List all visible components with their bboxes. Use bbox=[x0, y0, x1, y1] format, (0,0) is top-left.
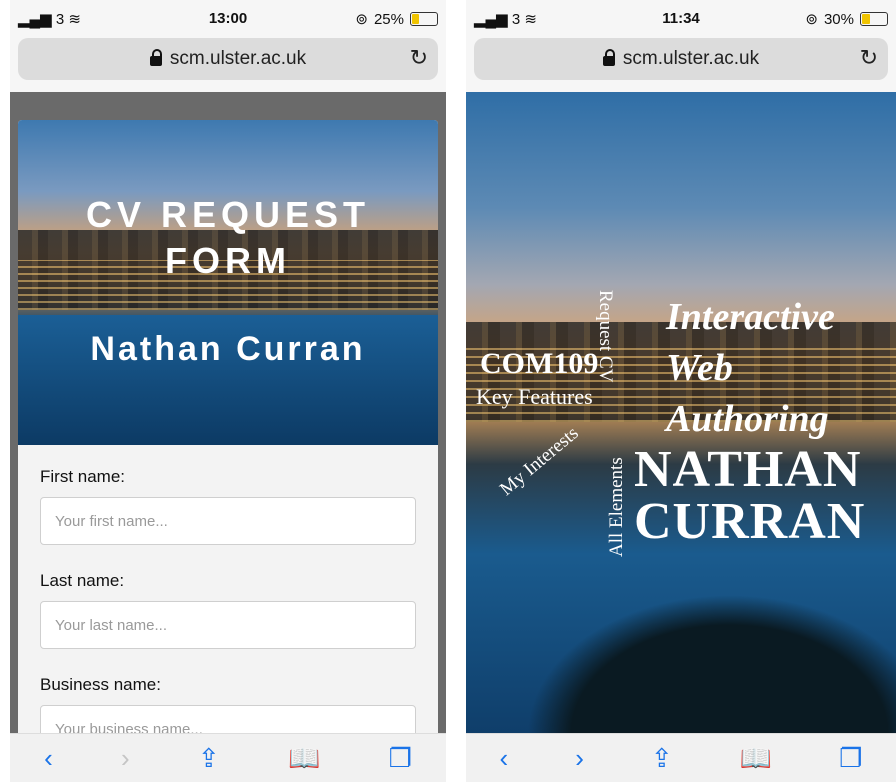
author-name: Nathan Curran bbox=[90, 330, 366, 368]
author-name: NATHAN CURRAN bbox=[634, 441, 866, 550]
nav-request-cv[interactable]: Request CV bbox=[594, 290, 616, 382]
battery-indicator: ⊚ 25% bbox=[355, 10, 438, 28]
left-phone-screen: ▂▄▆ 3 ≋ 13:00 ⊚ 25% scm.ulster.ac.uk ↻ C… bbox=[10, 0, 446, 782]
tabs-icon[interactable]: ❐ bbox=[389, 743, 412, 774]
lock-icon bbox=[602, 49, 615, 66]
address-bar[interactable]: scm.ulster.ac.uk ↻ bbox=[474, 38, 888, 80]
reload-icon[interactable]: ↻ bbox=[410, 45, 428, 71]
back-icon[interactable]: ‹ bbox=[500, 743, 509, 774]
nav-all-elements[interactable]: All Elements bbox=[606, 457, 628, 557]
bookmarks-icon[interactable]: 📖 bbox=[288, 743, 320, 774]
lock-icon bbox=[149, 49, 162, 66]
share-icon[interactable]: ⇪ bbox=[651, 743, 673, 774]
first-name-label: First name: bbox=[40, 467, 126, 486]
hero-background: Interactive Web Authoring NATHAN CURRAN … bbox=[466, 92, 896, 734]
url-text: scm.ulster.ac.uk bbox=[169, 48, 307, 69]
browser-toolbar: ‹ › ⇪ 📖 ❐ bbox=[466, 733, 896, 782]
forward-icon[interactable]: › bbox=[121, 743, 130, 774]
business-name-label: Business name: bbox=[40, 675, 161, 694]
bookmarks-icon[interactable]: 📖 bbox=[740, 743, 772, 774]
forward-icon[interactable]: › bbox=[575, 743, 584, 774]
browser-toolbar: ‹ › ⇪ 📖 ❐ bbox=[10, 733, 446, 782]
share-icon[interactable]: ⇪ bbox=[198, 743, 220, 774]
nav-my-interests[interactable]: My Interests bbox=[496, 423, 583, 501]
cv-request-form: First name: Last name: Business name: bbox=[18, 445, 438, 734]
right-phone-screen: ▂▄▆ 3 ≋ 11:34 ⊚ 30% scm.ulster.ac.uk ↻ I… bbox=[466, 0, 896, 782]
tabs-icon[interactable]: ❐ bbox=[839, 743, 862, 774]
battery-icon bbox=[410, 12, 438, 26]
reload-icon[interactable]: ↻ bbox=[860, 45, 878, 71]
form-card: CV REQUEST FORM Nathan Curran First name… bbox=[18, 120, 438, 734]
last-name-label: Last name: bbox=[40, 571, 125, 590]
page-title: CV REQUEST FORM bbox=[85, 194, 371, 281]
hero-banner: CV REQUEST FORM Nathan Curran bbox=[18, 120, 438, 445]
url-text: scm.ulster.ac.uk bbox=[622, 48, 760, 69]
first-name-field[interactable] bbox=[40, 497, 416, 545]
battery-indicator: ⊚ 30% bbox=[805, 10, 888, 28]
site-heading: Interactive Web Authoring bbox=[666, 296, 835, 440]
nav-key-features[interactable]: Key Features bbox=[476, 384, 593, 410]
business-name-field[interactable] bbox=[40, 705, 416, 734]
status-bar: ▂▄▆ 3 ≋ 13:00 ⊚ 25% bbox=[10, 0, 446, 34]
course-code: COM109 bbox=[480, 347, 599, 380]
rotation-lock-icon: ⊚ bbox=[805, 11, 818, 28]
battery-icon bbox=[860, 12, 888, 26]
page-viewport: CV REQUEST FORM Nathan Curran First name… bbox=[10, 92, 446, 734]
back-icon[interactable]: ‹ bbox=[44, 743, 53, 774]
last-name-field[interactable] bbox=[40, 601, 416, 649]
rotation-lock-icon: ⊚ bbox=[355, 11, 368, 28]
address-bar[interactable]: scm.ulster.ac.uk ↻ bbox=[18, 38, 438, 80]
status-bar: ▂▄▆ 3 ≋ 11:34 ⊚ 30% bbox=[466, 0, 896, 34]
